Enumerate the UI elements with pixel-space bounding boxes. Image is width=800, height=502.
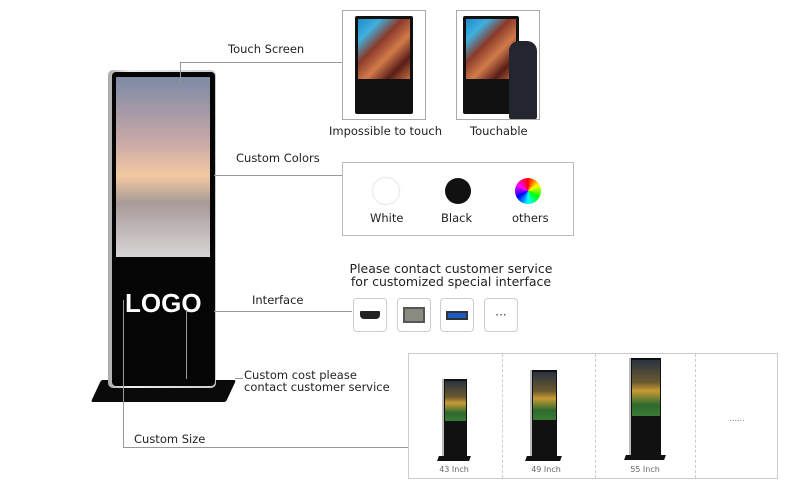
size-55-label: 55 Inch [630,465,660,474]
kiosk-logo: LOGO [125,288,202,318]
size-43-kiosk [442,379,467,456]
touch-screen-label: Touch Screen [228,42,305,56]
touch-option-impossible [342,10,426,120]
size-43-label: 43 Inch [439,465,469,474]
interface-label: Interface [252,293,304,307]
usb-port-icon [440,298,474,332]
custom-colors-label: Custom Colors [236,151,320,165]
impossible-label: Impossible to touch [329,124,442,138]
size-49-kiosk [530,370,557,456]
interface-note-line2: for customized special interface [350,274,552,289]
hdmi-port-icon [353,298,387,332]
more-icon: ··· [484,298,518,332]
rainbow-swatch[interactable] [515,178,541,204]
color-options-panel: White Black others [342,162,574,236]
more-label: ··· [495,308,507,322]
touchable-label: Touchable [470,124,528,138]
kiosk-screen [116,77,210,257]
rj45-port-icon [397,298,431,332]
person-figure [509,41,537,119]
black-label: Black [441,211,473,225]
others-label: others [512,211,549,225]
custom-cost-line2: contact customer service [244,380,390,394]
custom-cost-label: Custom cost please contact customer serv… [244,369,390,393]
interface-note: Please contact customer service for cust… [340,262,562,288]
white-swatch[interactable] [373,178,399,204]
more-sizes-label: ...... [729,414,745,423]
size-49-label: 49 Inch [531,465,561,474]
size-55-kiosk [629,358,661,456]
black-swatch[interactable] [445,178,471,204]
white-label: White [370,211,404,225]
size-options-panel: 43 Inch 49 Inch 55 Inch ...... [408,353,778,479]
custom-size-label: Custom Size [134,432,206,446]
touch-option-touchable [456,10,540,120]
